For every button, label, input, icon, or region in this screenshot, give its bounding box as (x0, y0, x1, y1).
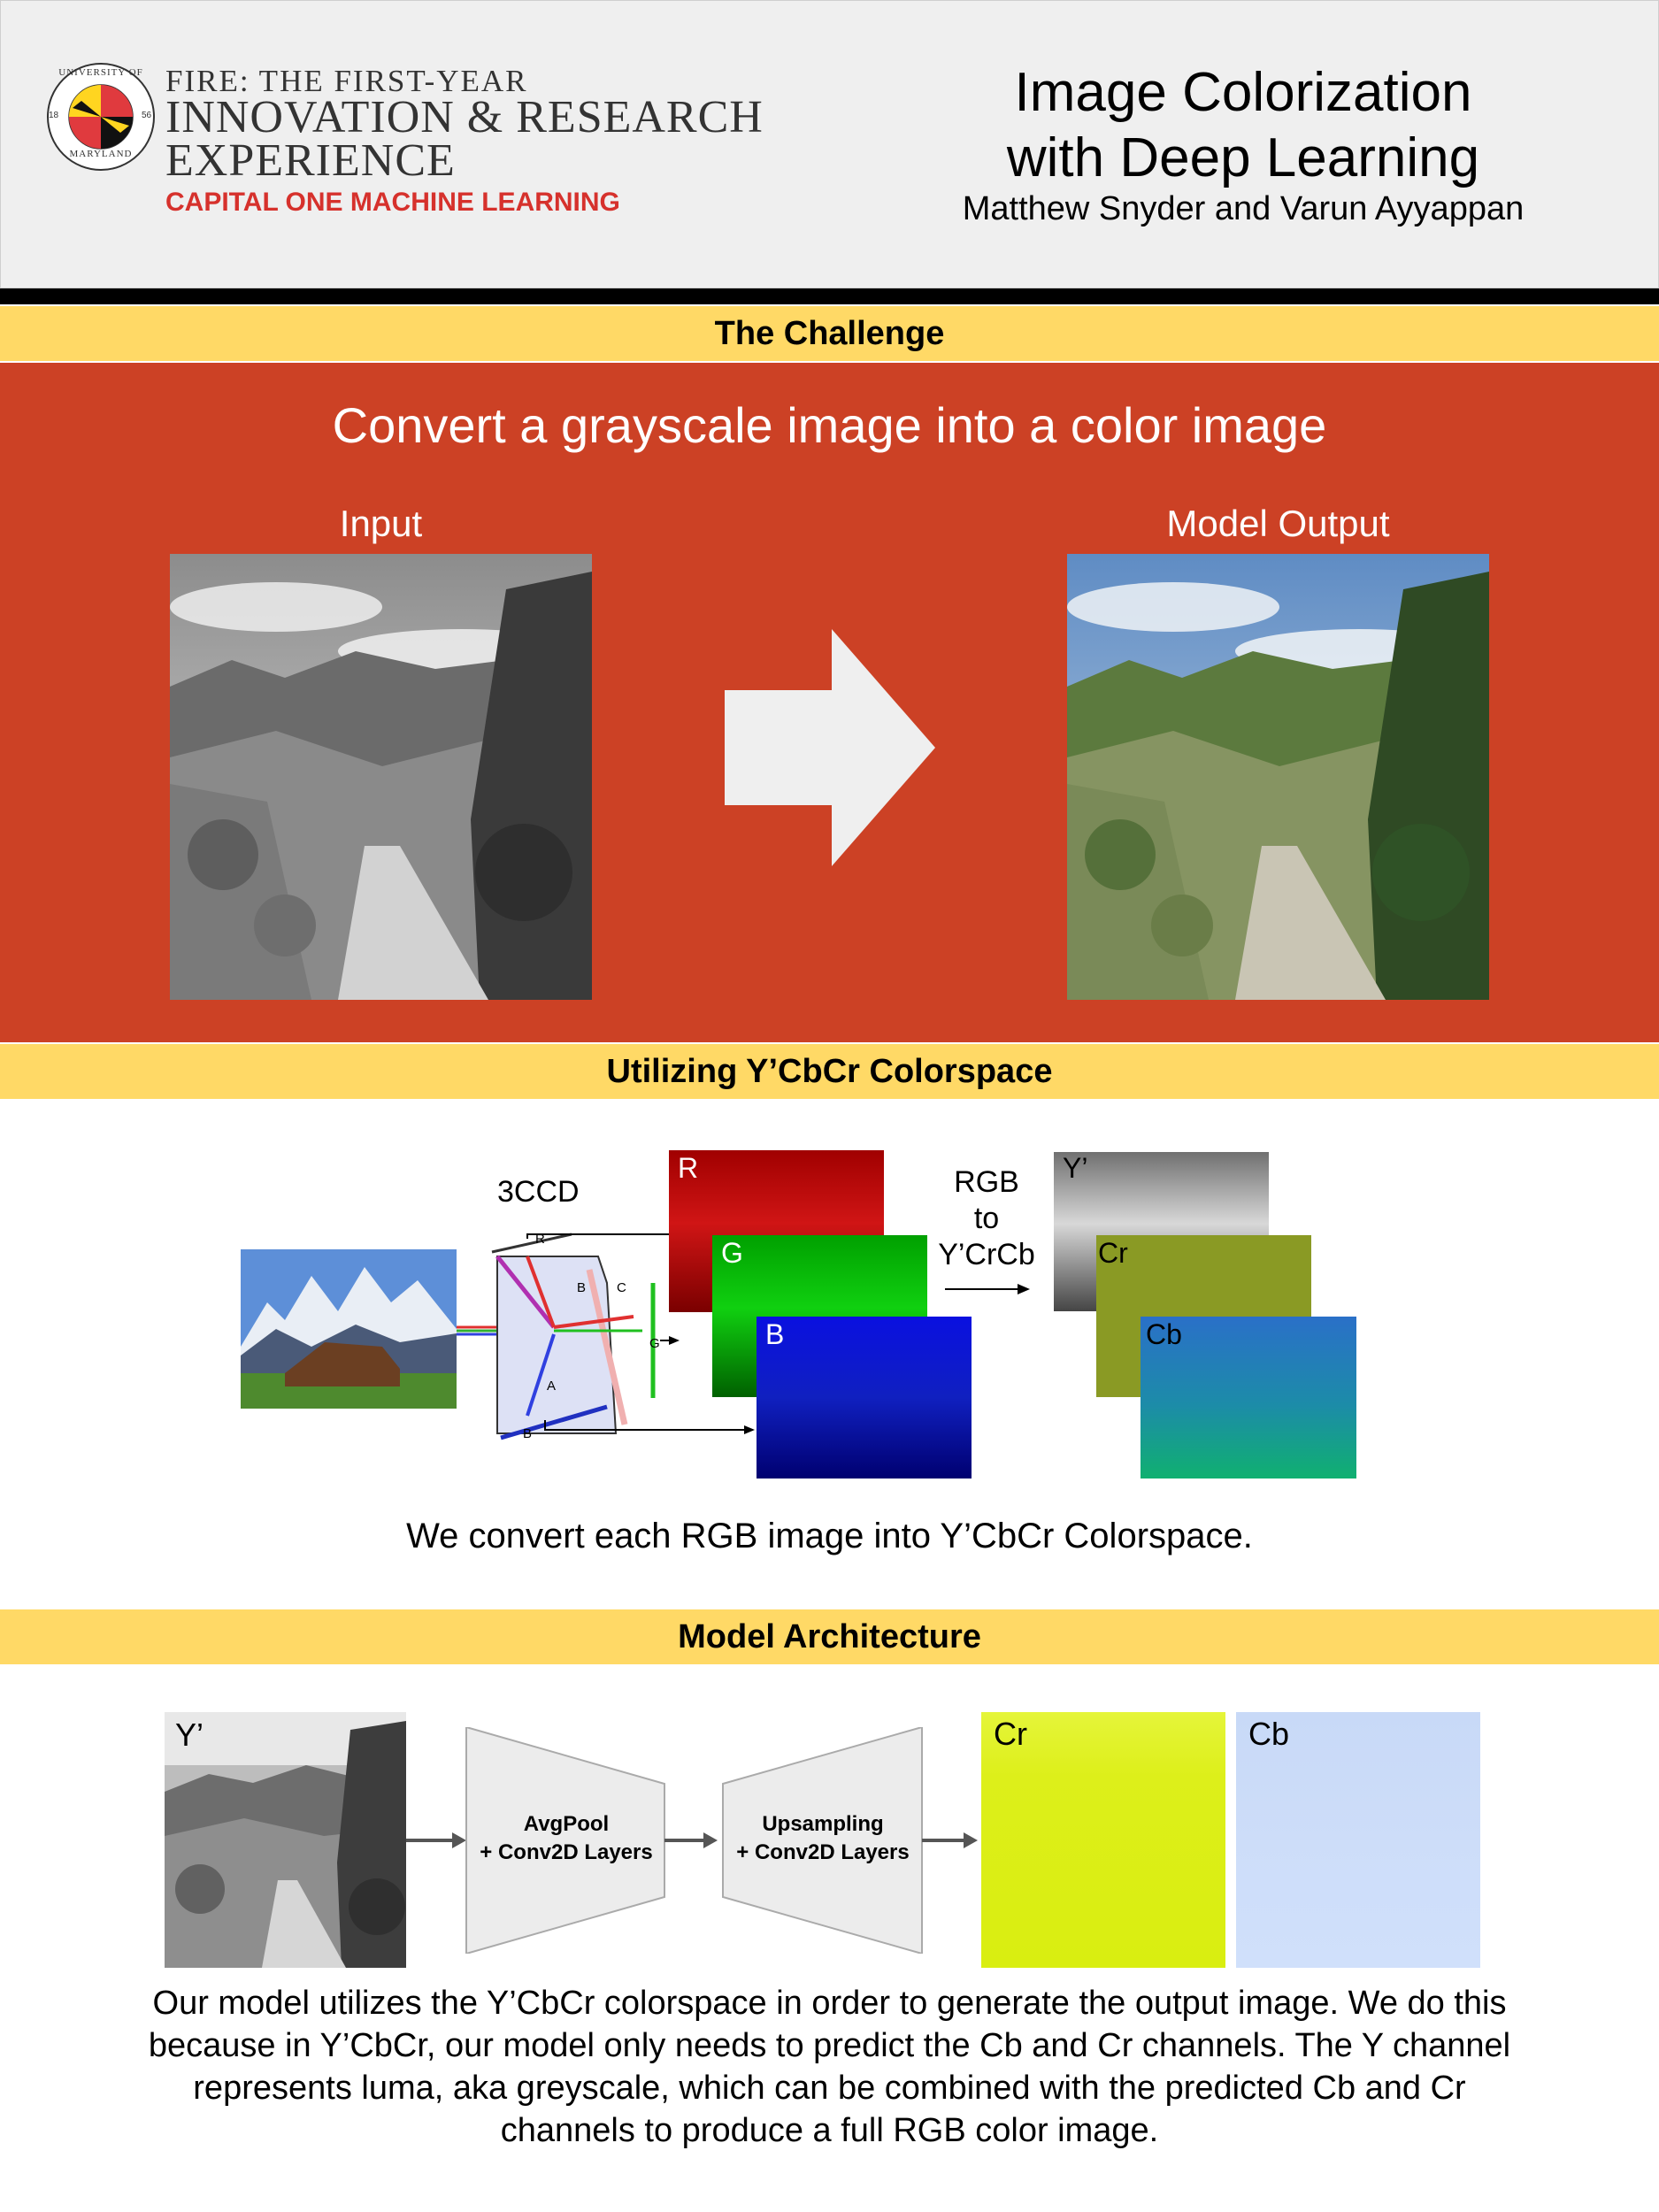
seal-text-top: UNIVERSITY OF (58, 67, 143, 78)
channel-cb-image: Cb (1141, 1317, 1356, 1479)
poster-title: Image Colorization with Deep Learning (902, 60, 1584, 191)
channel-cb-label: Cb (1146, 1318, 1182, 1350)
prism-label-g: G (649, 1336, 660, 1351)
colorspace-caption: We convert each RGB image into Y’CbCr Co… (406, 1517, 1253, 1555)
decoder-line2: + Conv2D Layers (736, 1840, 910, 1864)
channel-b-image: B (757, 1317, 972, 1479)
channel-r-label: R (678, 1152, 699, 1184)
conversion-line3: Y’CrCb (938, 1238, 1035, 1271)
decoder-line1: Upsampling (762, 1812, 884, 1836)
section-title-challenge: The Challenge (0, 306, 1659, 361)
program-name-line2: INNOVATION & RESEARCH (165, 92, 764, 142)
prism-label-c: C (617, 1280, 626, 1295)
channel-cr-label: Cr (1098, 1237, 1128, 1269)
architecture-input-label: Y’ (175, 1717, 204, 1753)
conversion-line1: RGB (954, 1165, 1019, 1199)
seal-text-bottom: MARYLAND (69, 149, 133, 159)
encoder-block-label: AvgPool + Conv2D Layers (466, 1810, 666, 1867)
conversion-arrow-icon (945, 1284, 1030, 1294)
decoder-block-label: Upsampling + Conv2D Layers (723, 1810, 923, 1867)
challenge-headline: Convert a grayscale image into a color i… (332, 397, 1327, 453)
channel-b-label: B (765, 1318, 785, 1350)
channel-y-label: Y’ (1063, 1152, 1088, 1184)
sensor-label: 3CCD (497, 1175, 580, 1209)
encoder-line2: + Conv2D Layers (480, 1840, 653, 1864)
input-label: Input (339, 503, 423, 544)
seal-year-left: 18 (49, 111, 59, 120)
output-label: Model Output (1166, 503, 1390, 544)
header-divider (0, 288, 1659, 304)
conversion-label: RGB to Y’CrCb (929, 1164, 1044, 1273)
predicted-cr-label: Cr (994, 1716, 1027, 1752)
architecture-description: Our model utilizes the Y’CbCr colorspace… (148, 1985, 1511, 2149)
poster-title-line2: with Deep Learning (1006, 127, 1480, 188)
channel-g-label: G (721, 1237, 743, 1269)
conversion-line2: to (973, 1202, 1000, 1235)
program-track: CAPITAL ONE MACHINE LEARNING (165, 188, 620, 217)
prism-label-r: R (535, 1232, 545, 1247)
grayscale-input-image (170, 554, 592, 1000)
poster-title-line1: Image Colorization (1014, 62, 1472, 123)
section-title-architecture: Model Architecture (0, 1609, 1659, 1664)
seal-year-right: 56 (142, 111, 152, 120)
prism-label-a: A (547, 1379, 557, 1394)
predicted-cb-label: Cb (1248, 1716, 1290, 1752)
colorized-output-image (1067, 554, 1489, 1000)
prism-label-b-top: B (577, 1280, 587, 1295)
poster-authors: Matthew Snyder and Varun Ayyappan (962, 190, 1525, 227)
program-name-line3: EXPERIENCE (165, 135, 456, 186)
right-arrow-icon (725, 629, 935, 866)
section-title-colorspace: Utilizing Y’CbCr Colorspace (0, 1044, 1659, 1099)
predicted-cr-image: Cr (981, 1712, 1225, 1968)
predicted-cb-image: Cb (1236, 1712, 1480, 1968)
source-rgb-image (241, 1249, 457, 1409)
encoder-line1: AvgPool (523, 1812, 610, 1836)
prism-label-b-bottom: B (523, 1426, 533, 1441)
